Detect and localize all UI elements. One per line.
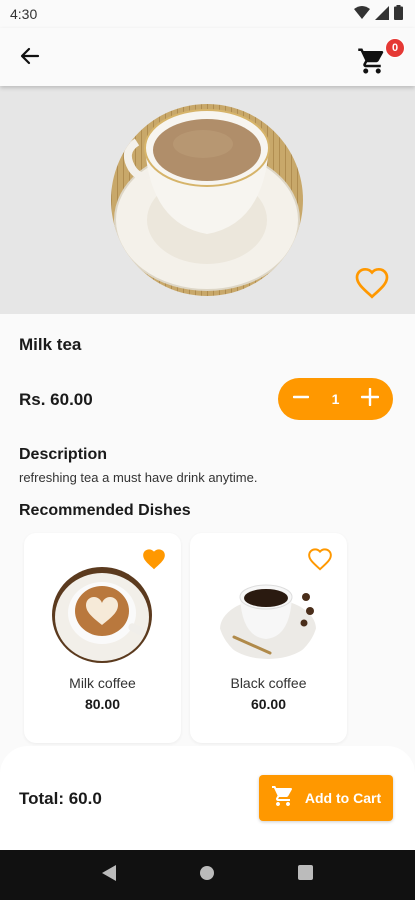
card-price: 60.00 <box>250 696 287 712</box>
black-coffee-image <box>218 567 318 663</box>
circle-home-icon <box>199 865 215 886</box>
favorite-button[interactable] <box>354 266 390 302</box>
back-button[interactable] <box>14 42 46 74</box>
nav-home-button[interactable] <box>195 863 219 887</box>
app-bar: 0 <box>0 28 415 86</box>
card-price: 80.00 <box>84 696 121 712</box>
signal-icon <box>375 5 389 25</box>
recommended-card-milk-coffee[interactable]: Milk coffee 80.00 <box>24 533 181 743</box>
product-title: Milk tea <box>19 335 82 354</box>
nav-recents-button[interactable] <box>294 863 318 887</box>
increment-button[interactable] <box>359 387 381 411</box>
triangle-back-icon <box>101 864 117 887</box>
recommended-card-black-coffee[interactable]: Black coffee 60.00 <box>190 533 347 743</box>
wifi-icon <box>354 5 370 25</box>
card-favorite-button[interactable] <box>141 547 167 573</box>
heart-outline-icon <box>354 267 390 306</box>
checkout-bar: Total: 60.0 Add to Cart <box>0 746 415 850</box>
milk-coffee-image <box>52 567 152 663</box>
heart-outline-icon <box>307 548 333 577</box>
cart-button[interactable]: 0 <box>357 38 405 76</box>
product-price: Rs. 60.00 <box>19 390 93 409</box>
card-name: Black coffee <box>230 675 307 691</box>
card-name: Milk coffee <box>69 675 136 691</box>
recommended-heading: Recommended Dishes <box>19 502 191 519</box>
plus-icon <box>360 387 380 411</box>
system-nav-bar <box>0 850 415 900</box>
description-text: refreshing tea a must have drink anytime… <box>19 470 258 485</box>
cart-count-badge: 0 <box>385 38 405 58</box>
square-recents-icon <box>298 865 314 885</box>
minus-icon <box>292 389 310 410</box>
description-heading: Description <box>19 446 108 463</box>
nav-back-button[interactable] <box>97 863 121 887</box>
quantity-stepper: 1 <box>278 378 393 420</box>
arrow-back-icon <box>20 46 40 71</box>
quantity-value: 1 <box>331 391 340 407</box>
add-to-cart-label: Add to Cart <box>304 790 382 806</box>
battery-icon <box>394 5 403 25</box>
heart-filled-icon <box>141 549 167 577</box>
product-hero <box>0 86 415 314</box>
milk-tea-image <box>111 104 303 296</box>
add-to-cart-button[interactable]: Add to Cart <box>259 775 393 821</box>
card-favorite-button[interactable] <box>307 547 333 573</box>
status-icons <box>354 5 403 25</box>
total-amount: Total: 60.0 <box>19 789 102 808</box>
cart-icon <box>271 784 295 813</box>
decrement-button[interactable] <box>290 388 312 410</box>
status-time: 4:30 <box>10 6 38 22</box>
status-bar: 4:30 <box>0 0 415 28</box>
